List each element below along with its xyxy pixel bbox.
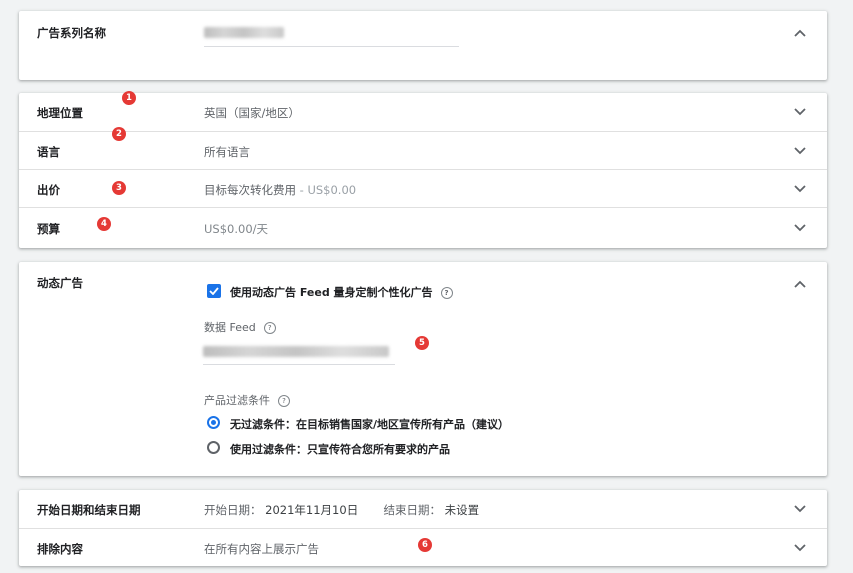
language-label: 语言: [37, 145, 60, 159]
expand-schedule-button[interactable]: [793, 502, 807, 516]
bidding-value: 目标每次转化费用 - US$0.00: [204, 182, 356, 198]
expand-language-button[interactable]: [793, 144, 807, 158]
location-value: 英国（国家/地区）: [204, 106, 300, 120]
bidding-row[interactable]: 出价 目标每次转化费用 - US$0.00: [19, 169, 827, 208]
exclusions-label: 排除内容: [37, 542, 83, 556]
language-row[interactable]: 语言 所有语言: [19, 131, 827, 170]
dynamic-ads-checkbox[interactable]: [207, 284, 221, 298]
no-filter-label: 无过滤条件：在目标销售国家/地区宣传所有产品（建议）: [230, 418, 510, 431]
use-filter-label: 使用过滤条件：只宣传符合您所有要求的产品: [230, 443, 450, 456]
bidding-strategy: 目标每次转化费用: [204, 183, 296, 197]
annotation-badge-1: 1: [122, 91, 136, 105]
annotation-badge-6: 6: [418, 538, 432, 552]
feed-label-text: 数据 Feed: [204, 321, 256, 334]
use-filter-radio[interactable]: [207, 441, 220, 454]
location-row[interactable]: 地理位置 英国（国家/地区）: [19, 93, 827, 131]
feed-value: [203, 346, 389, 357]
feed-input[interactable]: [203, 364, 395, 365]
schedule-value: 开始日期： 2021年11月10日 结束日期： 未设置: [204, 502, 479, 518]
dynamic-ads-checkbox-label: 使用动态广告 Feed 量身定制个性化广告?: [230, 284, 453, 300]
end-date-label: 结束日期：: [383, 503, 442, 517]
dynamic-ads-checkbox-text: 使用动态广告 Feed 量身定制个性化广告: [230, 286, 433, 299]
settings-card: 地理位置 英国（国家/地区） 语言 所有语言 出价 目标每次转化费用 - US$…: [19, 93, 827, 248]
end-date-value: 未设置: [444, 503, 480, 517]
dynamic-ads-card: 动态广告 使用动态广告 Feed 量身定制个性化广告? 数据 Feed? 产品过…: [19, 262, 827, 476]
no-filter-radio[interactable]: [207, 416, 220, 429]
chevron-down-icon: [794, 185, 806, 193]
expand-exclusions-button[interactable]: [793, 541, 807, 555]
product-filter-label-text: 产品过滤条件: [204, 394, 270, 407]
schedule-row[interactable]: 开始日期和结束日期 开始日期： 2021年11月10日 结束日期： 未设置: [19, 490, 827, 528]
bidding-amount: - US$0.00: [296, 183, 357, 197]
campaign-name-label: 广告系列名称: [37, 26, 106, 40]
schedule-card: 开始日期和结束日期 开始日期： 2021年11月10日 结束日期： 未设置 排除…: [19, 490, 827, 566]
chevron-down-icon: [794, 544, 806, 552]
campaign-name-input[interactable]: [204, 46, 459, 47]
campaign-name-card: 广告系列名称: [19, 11, 827, 80]
feed-label: 数据 Feed?: [204, 319, 276, 335]
bidding-label: 出价: [37, 183, 60, 197]
chevron-down-icon: [794, 147, 806, 155]
chevron-down-icon: [794, 505, 806, 513]
expand-bidding-button[interactable]: [793, 182, 807, 196]
expand-location-button[interactable]: [793, 105, 807, 119]
schedule-label: 开始日期和结束日期: [37, 503, 141, 517]
budget-value: US$0.00/天: [204, 222, 269, 236]
annotation-badge-4: 4: [97, 217, 111, 231]
budget-row[interactable]: 预算 US$0.00/天: [19, 207, 827, 246]
start-date-label: 开始日期：: [204, 503, 262, 517]
chevron-down-icon: [794, 108, 806, 116]
collapse-campaign-name-button[interactable]: [793, 26, 807, 40]
checkmark-icon: [209, 287, 219, 295]
expand-budget-button[interactable]: [793, 221, 807, 235]
annotation-badge-5: 5: [415, 336, 429, 350]
annotation-badge-2: 2: [112, 127, 126, 141]
campaign-name-value: [204, 27, 284, 38]
product-filter-label: 产品过滤条件?: [204, 392, 290, 408]
help-icon[interactable]: ?: [440, 287, 453, 299]
help-icon[interactable]: ?: [263, 322, 276, 334]
budget-label: 预算: [37, 222, 60, 236]
exclusions-value: 在所有内容上展示广告: [204, 542, 319, 556]
chevron-up-icon: [794, 29, 806, 37]
language-value: 所有语言: [204, 145, 250, 159]
collapse-dynamic-ads-button[interactable]: [793, 277, 807, 291]
location-label: 地理位置: [37, 106, 83, 120]
annotation-badge-3: 3: [112, 181, 126, 195]
chevron-down-icon: [794, 224, 806, 232]
help-icon[interactable]: ?: [278, 395, 290, 407]
start-date-value: 2021年11月10日: [265, 503, 359, 517]
dynamic-ads-label: 动态广告: [37, 276, 83, 290]
chevron-up-icon: [794, 280, 806, 288]
